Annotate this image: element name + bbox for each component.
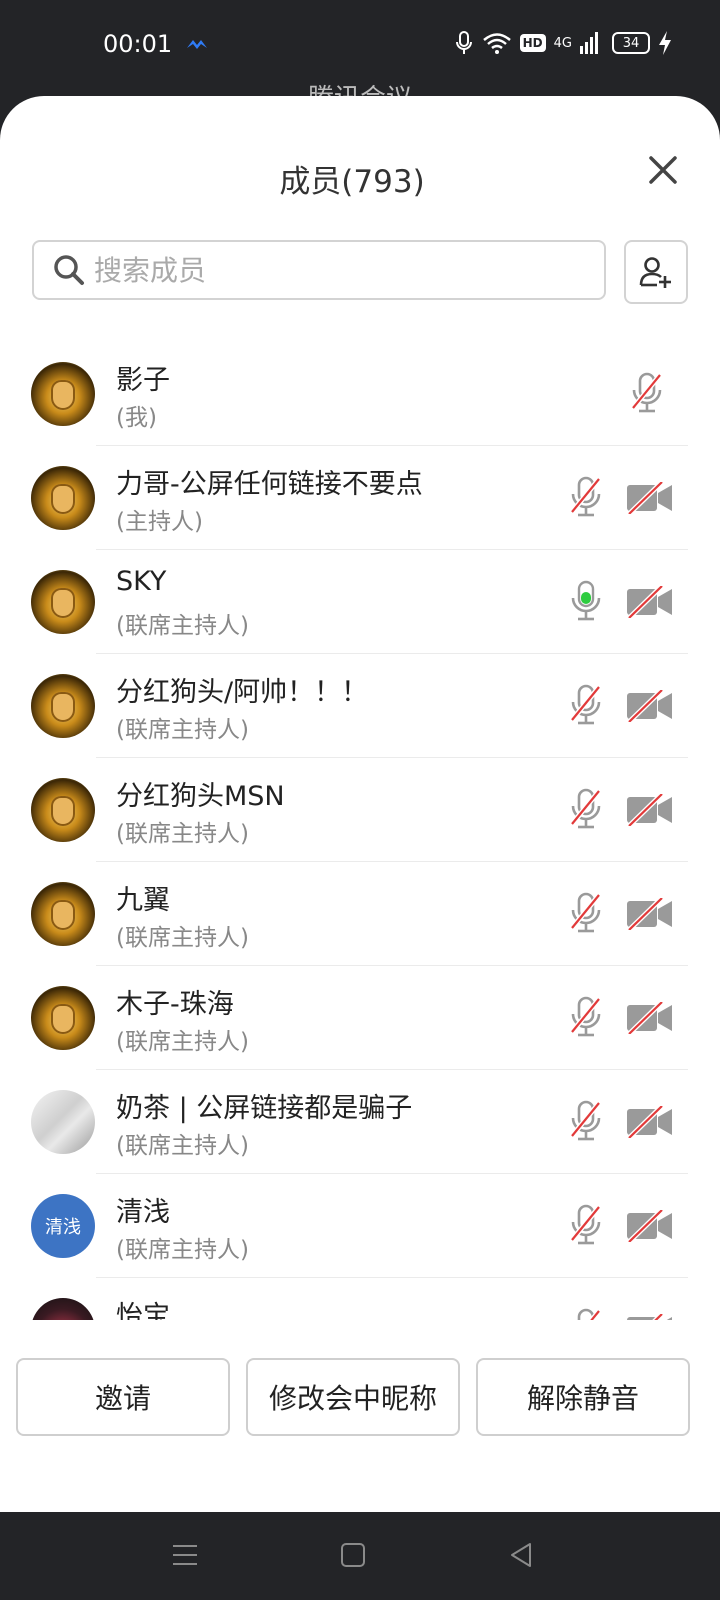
- avatar-figure: [51, 588, 75, 618]
- camera-off-icon[interactable]: [626, 794, 674, 826]
- back-icon[interactable]: [508, 1542, 534, 1568]
- avatar-figure: [51, 900, 75, 930]
- member-name: SKY: [116, 566, 167, 597]
- member-row[interactable]: SKY (联席主持人): [0, 550, 720, 654]
- camera-off-icon[interactable]: [626, 1002, 674, 1034]
- menu-icon[interactable]: [172, 1542, 198, 1568]
- avatar[interactable]: [31, 882, 95, 946]
- wifi-icon: [482, 33, 511, 54]
- panel-title: 成员(793): [279, 164, 425, 200]
- member-name: 怡宝: [116, 1301, 170, 1320]
- search-box[interactable]: [32, 240, 606, 300]
- tencent-meeting-icon: [187, 40, 207, 49]
- member-list[interactable]: 影子 (我) 力哥-公屏任何链接不要点 (主持人) SKY (联席主持人) 分红狗头/阿帅！…: [0, 342, 720, 1320]
- member-row[interactable]: 分红狗头MSN (联席主持人): [0, 758, 720, 862]
- network-type-label: 4G: [553, 35, 572, 51]
- avatar[interactable]: [31, 570, 95, 634]
- camera-off-icon[interactable]: [626, 898, 674, 930]
- member-role: (联席主持人): [116, 821, 249, 847]
- rename-button[interactable]: 修改会中昵称: [246, 1358, 460, 1436]
- member-role: (我): [116, 405, 157, 431]
- microphone-muted-icon[interactable]: [569, 892, 603, 934]
- microphone-muted-icon[interactable]: [569, 684, 603, 726]
- invite-button[interactable]: 邀请: [16, 1358, 230, 1436]
- member-row[interactable]: 怡宝: [0, 1278, 720, 1320]
- avatar[interactable]: [31, 1298, 95, 1320]
- member-name: 九翼: [116, 885, 170, 916]
- camera-off-icon[interactable]: [626, 1210, 674, 1242]
- member-role: (联席主持人): [116, 1029, 249, 1055]
- member-row[interactable]: 分红狗头/阿帅！！！ (联席主持人): [0, 654, 720, 758]
- home-icon[interactable]: [340, 1542, 366, 1568]
- member-row[interactable]: 影子 (我): [0, 342, 720, 446]
- camera-off-icon[interactable]: [626, 482, 674, 514]
- microphone-status-icon: [455, 31, 472, 54]
- member-row[interactable]: 奶茶 | 公屏链接都是骗子 (联席主持人): [0, 1070, 720, 1174]
- avatar-figure: [51, 380, 75, 410]
- action-bar: 邀请 修改会中昵称 解除静音: [0, 1358, 720, 1438]
- avatar-figure: [51, 796, 75, 826]
- avatar[interactable]: [31, 674, 95, 738]
- avatar-figure: [51, 692, 75, 722]
- member-role: (联席主持人): [116, 613, 249, 639]
- member-name: 木子-珠海: [116, 989, 234, 1020]
- add-member-button[interactable]: [624, 240, 688, 304]
- battery-level: 34: [622, 35, 640, 51]
- member-role: (联席主持人): [116, 1237, 249, 1263]
- avatar[interactable]: 清浅: [31, 1194, 95, 1258]
- battery-icon: 34: [612, 32, 650, 54]
- microphone-muted-icon[interactable]: [569, 788, 603, 830]
- status-icons: HD 4G 34: [454, 30, 672, 56]
- microphone-muted-icon[interactable]: [630, 372, 664, 414]
- member-row[interactable]: 九翼 (联席主持人): [0, 862, 720, 966]
- member-name: 影子: [116, 365, 170, 396]
- microphone-muted-icon[interactable]: [569, 1100, 603, 1142]
- camera-off-icon[interactable]: [626, 586, 674, 618]
- member-role: (主持人): [116, 509, 203, 535]
- members-panel: 成员(793) 影子 (我) 力哥-公屏任何链接不要点 (主持人) SKY (联席主持人)…: [0, 96, 720, 1512]
- avatar[interactable]: [31, 986, 95, 1050]
- search-icon: [54, 255, 84, 285]
- member-role: (联席主持人): [116, 925, 249, 951]
- charging-icon: [659, 31, 671, 55]
- signal-icon: [580, 32, 598, 54]
- status-time: 00:01: [103, 30, 173, 58]
- add-user-icon: [639, 257, 671, 288]
- avatar-figure: [51, 484, 75, 514]
- member-role: (联席主持人): [116, 717, 249, 743]
- member-role: (联席主持人): [116, 1133, 249, 1159]
- member-name: 力哥-公屏任何链接不要点: [116, 469, 423, 500]
- member-row[interactable]: 木子-珠海 (联席主持人): [0, 966, 720, 1070]
- hd-badge: HD: [519, 34, 546, 52]
- avatar[interactable]: [31, 1090, 95, 1154]
- avatar[interactable]: [31, 778, 95, 842]
- camera-off-icon[interactable]: [626, 690, 674, 722]
- member-name: 清浅: [116, 1197, 170, 1228]
- microphone-active-icon[interactable]: [569, 580, 603, 622]
- microphone-muted-icon[interactable]: [569, 996, 603, 1038]
- microphone-muted-icon[interactable]: [569, 1204, 603, 1246]
- search-input[interactable]: [92, 252, 576, 288]
- avatar-initials: 清浅: [45, 1217, 81, 1238]
- system-nav-bar: [0, 1512, 720, 1600]
- microphone-muted-icon[interactable]: [569, 1308, 603, 1320]
- member-name: 分红狗头/阿帅！！！: [116, 677, 369, 708]
- camera-off-icon[interactable]: [626, 1106, 674, 1138]
- member-row[interactable]: 力哥-公屏任何链接不要点 (主持人): [0, 446, 720, 550]
- avatar-figure: [51, 1004, 75, 1034]
- member-name: 分红狗头MSN: [116, 781, 285, 812]
- unmute-button[interactable]: 解除静音: [476, 1358, 690, 1436]
- member-row[interactable]: 清浅 清浅 (联席主持人): [0, 1174, 720, 1278]
- member-name: 奶茶 | 公屏链接都是骗子: [116, 1093, 413, 1124]
- avatar[interactable]: [31, 466, 95, 530]
- camera-off-icon[interactable]: [626, 1314, 674, 1320]
- avatar[interactable]: [31, 362, 95, 426]
- close-icon[interactable]: [646, 153, 680, 187]
- microphone-muted-icon[interactable]: [569, 476, 603, 518]
